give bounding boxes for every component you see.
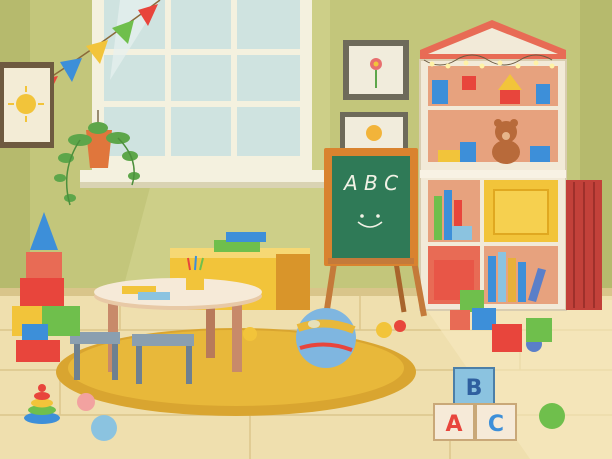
- block-letter-b: B: [466, 376, 483, 401]
- block-letter-a: A: [445, 412, 462, 437]
- playroom-scene: A B C B A C: [0, 0, 612, 459]
- chalkboard-letters: A B C: [342, 171, 398, 195]
- flower-picture-frame: [343, 40, 409, 100]
- sun-drawing-frame: [340, 112, 408, 154]
- blue-ball: [91, 415, 117, 441]
- small-yellow-ball: [243, 327, 257, 341]
- block-letter-c: C: [488, 412, 504, 437]
- striped-ball: [296, 308, 356, 368]
- red-ball: [394, 320, 406, 332]
- yellow-ball: [376, 322, 392, 338]
- sun-picture-frame: [0, 62, 54, 148]
- green-ball: [539, 403, 565, 429]
- kids-playroom-illustration: A B C B A C: [0, 0, 612, 459]
- pink-ball: [77, 393, 95, 411]
